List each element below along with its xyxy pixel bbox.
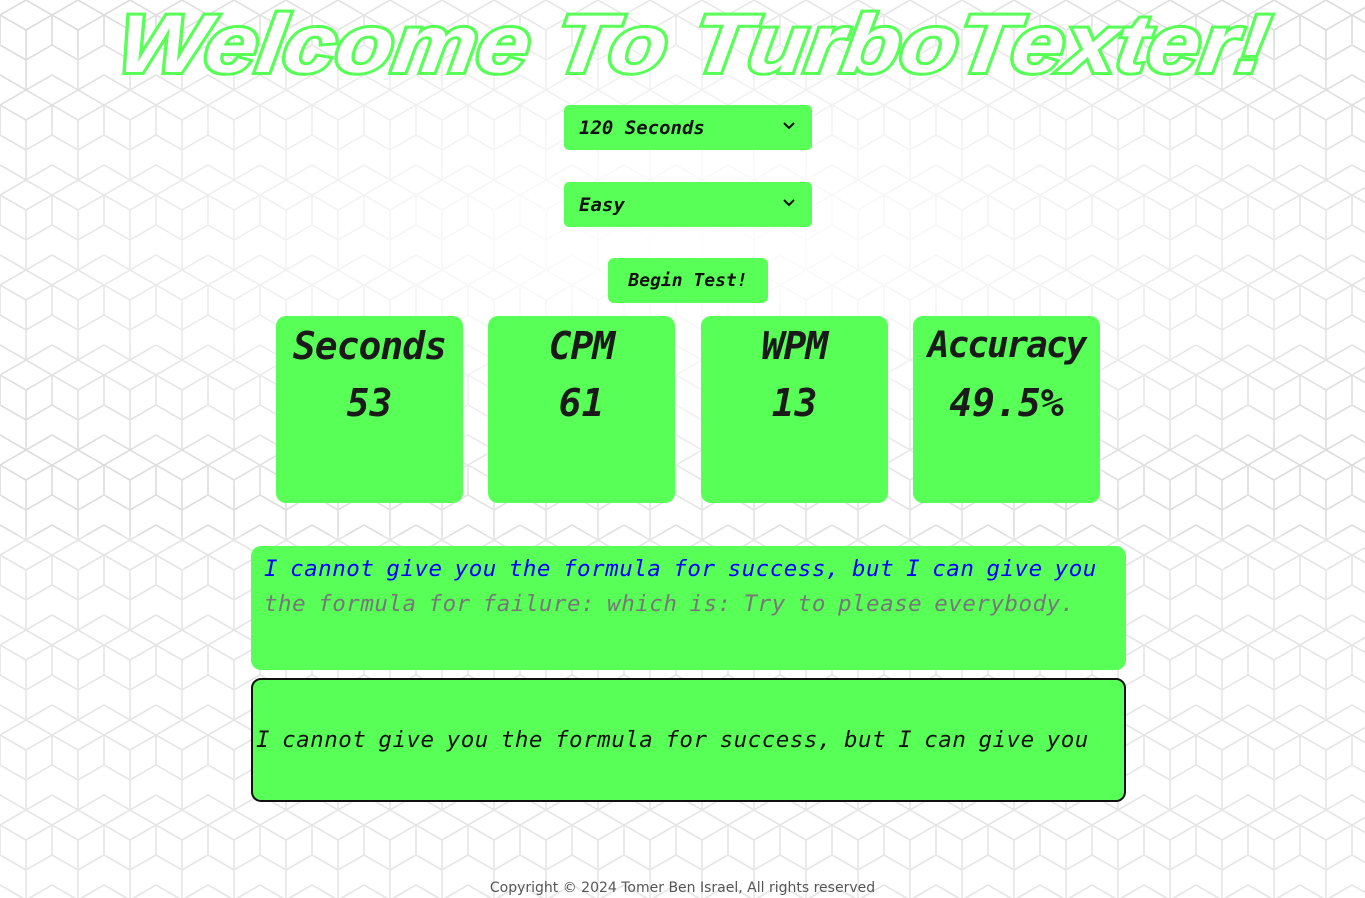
- chevron-down-icon: [783, 122, 795, 130]
- seconds-card: Seconds 53: [276, 316, 463, 503]
- wpm-label: WPM: [761, 324, 829, 368]
- typing-input-value: I cannot give you the formula for succes…: [256, 727, 1089, 753]
- quote-typed-text: I cannot give you the formula for succes…: [264, 556, 1097, 582]
- chevron-down-icon: [783, 199, 795, 207]
- seconds-value: 53: [346, 381, 393, 425]
- cpm-value: 61: [558, 381, 605, 425]
- accuracy-value: 49.5%: [949, 381, 1064, 425]
- typing-input[interactable]: I cannot give you the formula for succes…: [251, 678, 1126, 802]
- accuracy-card: Accuracy 49.5%: [913, 316, 1100, 503]
- time-select-value: 120 Seconds: [579, 116, 705, 139]
- page-title: Welcome To TurboTexter!: [109, 0, 1278, 90]
- footer-copyright: Copyright © 2024 Tomer Ben Israel, All r…: [489, 880, 876, 896]
- seconds-label: Seconds: [292, 324, 447, 368]
- wpm-card: WPM 13: [701, 316, 888, 503]
- page-title-text: Welcome To TurboTexter!: [112, 0, 1275, 90]
- wpm-value: 13: [771, 381, 818, 425]
- time-select[interactable]: 120 Seconds: [564, 105, 812, 150]
- cpm-card: CPM 61: [488, 316, 675, 503]
- accuracy-label: Accuracy: [927, 325, 1087, 366]
- difficulty-select-value: Easy: [579, 193, 625, 216]
- cpm-label: CPM: [548, 324, 616, 368]
- quote-remaining-text: the formula for failure: which is: Try t…: [264, 591, 1075, 617]
- difficulty-select[interactable]: Easy: [564, 182, 812, 227]
- quote-display: I cannot give you the formula for succes…: [251, 546, 1126, 670]
- begin-test-button[interactable]: Begin Test!: [608, 258, 768, 303]
